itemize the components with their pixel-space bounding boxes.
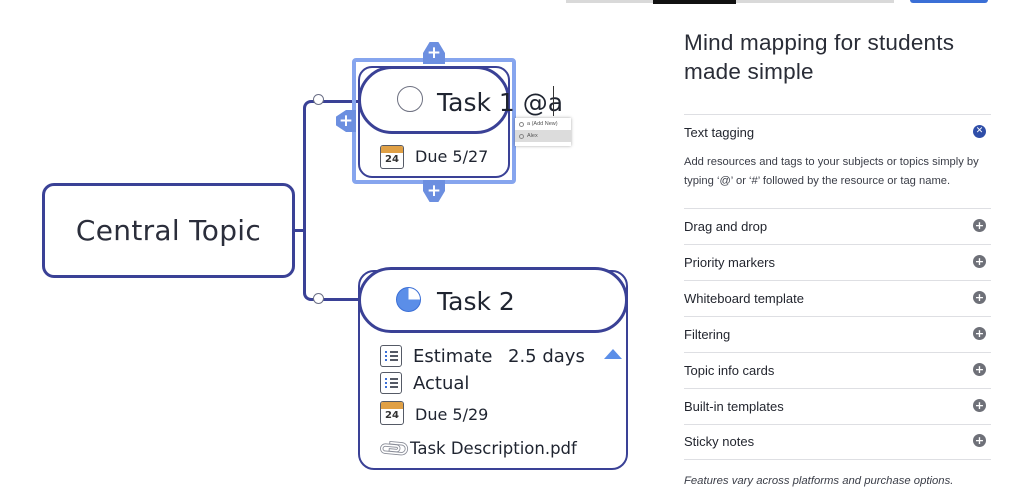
attachment-link[interactable]: Task Description.pdf: [410, 439, 577, 458]
central-topic-node[interactable]: Central Topic: [42, 183, 295, 278]
task1-title-input[interactable]: Task 1 @a: [437, 88, 563, 117]
accordion-label-topic-info-cards[interactable]: Topic info cards: [684, 363, 774, 378]
accordion-label-whiteboard-template[interactable]: Whiteboard template: [684, 291, 804, 306]
collapse-triangle-icon[interactable]: [604, 349, 622, 359]
task2-title: Task 2: [437, 287, 515, 316]
plus-icon[interactable]: +: [973, 255, 986, 268]
features-footnote: Features vary across platforms and purch…: [684, 475, 954, 487]
actual-list-icon: [380, 372, 402, 394]
divider: [684, 208, 991, 209]
connector-line: [303, 100, 319, 301]
plus-icon[interactable]: +: [973, 327, 986, 340]
estimate-list-icon: [380, 345, 402, 367]
mind-map-canvas[interactable]: Central Topic + + + Task 1 @a a (Add New…: [0, 0, 650, 498]
accordion-label-built-in-templates[interactable]: Built-in templates: [684, 399, 784, 414]
divider: [684, 459, 991, 460]
add-topic-above-button[interactable]: +: [423, 42, 445, 64]
add-topic-below-button[interactable]: +: [423, 180, 445, 202]
estimate-label: Estimate: [413, 346, 493, 367]
connector-line: [318, 298, 360, 301]
text-caret: [553, 86, 554, 116]
plus-icon[interactable]: +: [973, 399, 986, 412]
suggestion-alex[interactable]: Alex: [515, 130, 571, 142]
divider: [684, 352, 991, 353]
accordion-label-sticky-notes[interactable]: Sticky notes: [684, 434, 754, 449]
calendar-icon: 24: [380, 145, 404, 169]
divider: [684, 244, 991, 245]
plus-icon[interactable]: +: [973, 434, 986, 447]
add-topic-left-button[interactable]: +: [336, 110, 356, 132]
divider: [684, 114, 991, 115]
plus-icon[interactable]: +: [973, 219, 986, 232]
suggestion-add-new[interactable]: a (Add New): [515, 118, 571, 130]
central-topic-label: Central Topic: [75, 214, 262, 247]
top-button-edge[interactable]: [910, 0, 988, 3]
calendar-icon: 24: [380, 401, 404, 425]
close-icon[interactable]: ✕: [973, 125, 986, 138]
connector-handle[interactable]: [313, 293, 324, 304]
divider: [684, 316, 991, 317]
accordion-label-drag-and-drop[interactable]: Drag and drop: [684, 219, 767, 234]
task2-due-date: Due 5/29: [415, 405, 489, 424]
accordion-description: Add resources and tags to your subjects …: [684, 156, 979, 187]
progress-empty-icon[interactable]: [397, 86, 423, 112]
actual-label: Actual: [413, 373, 470, 394]
plus-icon[interactable]: +: [973, 363, 986, 376]
estimate-value[interactable]: 2.5 days: [508, 346, 585, 367]
panel-title: Mind mapping for students made simple: [684, 30, 955, 84]
connector-handle[interactable]: [313, 94, 324, 105]
accordion-label-text-tagging[interactable]: Text tagging: [684, 125, 754, 140]
accordion-label-priority-markers[interactable]: Priority markers: [684, 255, 775, 270]
progress-pie-icon[interactable]: [396, 287, 421, 312]
person-icon: [519, 121, 524, 127]
divider: [684, 388, 991, 389]
active-tab-indicator: [653, 0, 736, 4]
mention-suggestion-dropdown[interactable]: a (Add New) Alex: [515, 118, 571, 146]
task1-due-date: Due 5/27: [415, 147, 489, 166]
person-icon: [519, 133, 524, 139]
divider: [684, 424, 991, 425]
plus-icon[interactable]: +: [973, 291, 986, 304]
divider: [684, 280, 991, 281]
accordion-label-filtering[interactable]: Filtering: [684, 327, 730, 342]
top-divider: [736, 0, 894, 3]
